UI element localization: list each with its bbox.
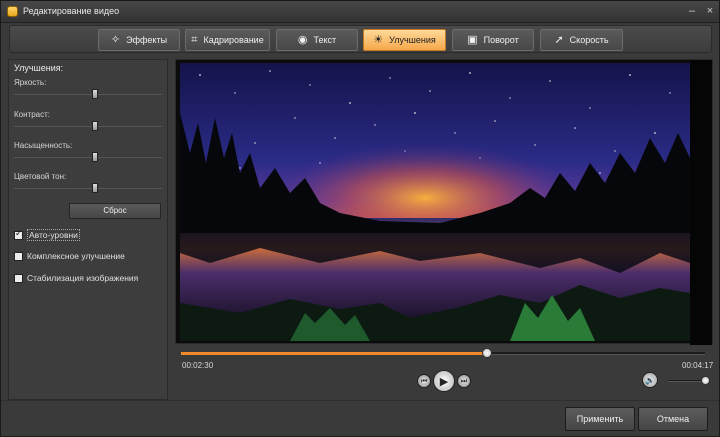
complex-enhancement-checkbox[interactable] — [14, 251, 23, 261]
auto-levels-checkbox[interactable] — [14, 229, 23, 240]
contrast-slider-thumb[interactable] — [92, 121, 98, 131]
video-preview[interactable] — [175, 59, 713, 345]
enhancements-panel: Улучшения: Яркость: Контраст: Насыщеннос… — [8, 59, 168, 400]
footer-divider — [1, 400, 719, 401]
volume-slider-thumb[interactable] — [701, 376, 710, 385]
checkbox-label: Комплексное улучшение — [27, 251, 125, 261]
tab-crop[interactable]: ⌗ Кадрирование — [185, 29, 270, 51]
seek-bar-thumb[interactable] — [482, 348, 492, 358]
video-letterbox — [690, 60, 712, 345]
tab-label: Эффекты — [126, 35, 168, 45]
rotate-icon: ▣ — [467, 33, 478, 46]
panel-heading: Улучшения: — [14, 63, 64, 73]
speaker-glyph: 🔊 — [645, 375, 655, 385]
tab-rotate[interactable]: ▣ Поворот — [452, 29, 534, 51]
checkbox-label: Авто-уровни — [27, 229, 80, 241]
cancel-button[interactable]: Отмена — [638, 407, 708, 431]
hue-slider-thumb[interactable] — [92, 183, 98, 193]
saturation-slider-thumb[interactable] — [92, 152, 98, 162]
seek-bar[interactable] — [181, 348, 705, 358]
hue-slider[interactable] — [14, 183, 162, 193]
tab-label: Поворот — [483, 35, 519, 45]
night-landscape-image — [180, 63, 690, 341]
crop-icon: ⌗ — [191, 33, 198, 46]
effects-icon: ✧ — [110, 33, 121, 46]
stabilization-option[interactable]: Стабилизация изображения — [14, 273, 138, 283]
enhance-icon: ☀ — [373, 33, 384, 46]
close-button[interactable]: × — [703, 5, 717, 18]
volume-icon[interactable]: 🔊 — [642, 372, 658, 388]
checkbox-label: Стабилизация изображения — [27, 273, 139, 283]
tab-effects[interactable]: ✧ Эффекты — [98, 29, 180, 51]
text-icon: ◉ — [297, 33, 308, 46]
complex-enhancement-option[interactable]: Комплексное улучшение — [14, 251, 125, 261]
apply-button[interactable]: Применить — [565, 407, 635, 431]
volume-slider[interactable] — [668, 376, 710, 385]
tab-enhancements[interactable]: ☀ Улучшения — [363, 29, 446, 51]
previous-icon[interactable]: ⏮ — [417, 374, 431, 388]
minimize-button[interactable]: – — [685, 5, 699, 18]
tab-text[interactable]: ◉ Текст — [276, 29, 358, 51]
current-time: 00:02:30 — [182, 361, 214, 370]
hue-label: Цветовой тон: — [14, 172, 67, 181]
contrast-slider[interactable] — [14, 121, 162, 131]
speed-icon: ➚ — [554, 33, 564, 46]
tab-label: Текст — [313, 35, 337, 45]
tab-label: Улучшения — [389, 35, 436, 45]
window-title: Редактирование видео — [23, 6, 120, 16]
video-editor-window: Редактирование видео – × ✧ Эффекты ⌗ Кад… — [0, 0, 720, 437]
tab-label: Кадрирование — [203, 35, 264, 45]
seek-bar-progress — [181, 352, 487, 355]
saturation-label: Насыщенность: — [14, 141, 73, 150]
total-time: 00:04:17 — [682, 361, 714, 370]
saturation-slider[interactable] — [14, 152, 162, 162]
stabilization-checkbox[interactable] — [14, 273, 23, 283]
contrast-label: Контраст: — [14, 110, 50, 119]
auto-levels-option[interactable]: Авто-уровни — [14, 229, 80, 241]
reset-button[interactable]: Сброс — [69, 203, 161, 219]
brightness-label: Яркость: — [14, 78, 47, 87]
next-icon[interactable]: ⏭ — [457, 374, 471, 388]
title-bar[interactable]: Редактирование видео – × — [1, 1, 719, 23]
brightness-slider[interactable] — [14, 89, 162, 99]
tab-speed[interactable]: ➚ Скорость — [540, 29, 623, 51]
tab-bar: ✧ Эффекты ⌗ Кадрирование ◉ Текст ☀ Улучш… — [9, 25, 712, 53]
brightness-slider-thumb[interactable] — [92, 89, 98, 99]
app-icon — [7, 6, 18, 17]
video-frame-image — [180, 63, 690, 341]
play-icon[interactable]: ▶ — [433, 370, 455, 392]
tab-label: Скорость — [569, 35, 609, 45]
